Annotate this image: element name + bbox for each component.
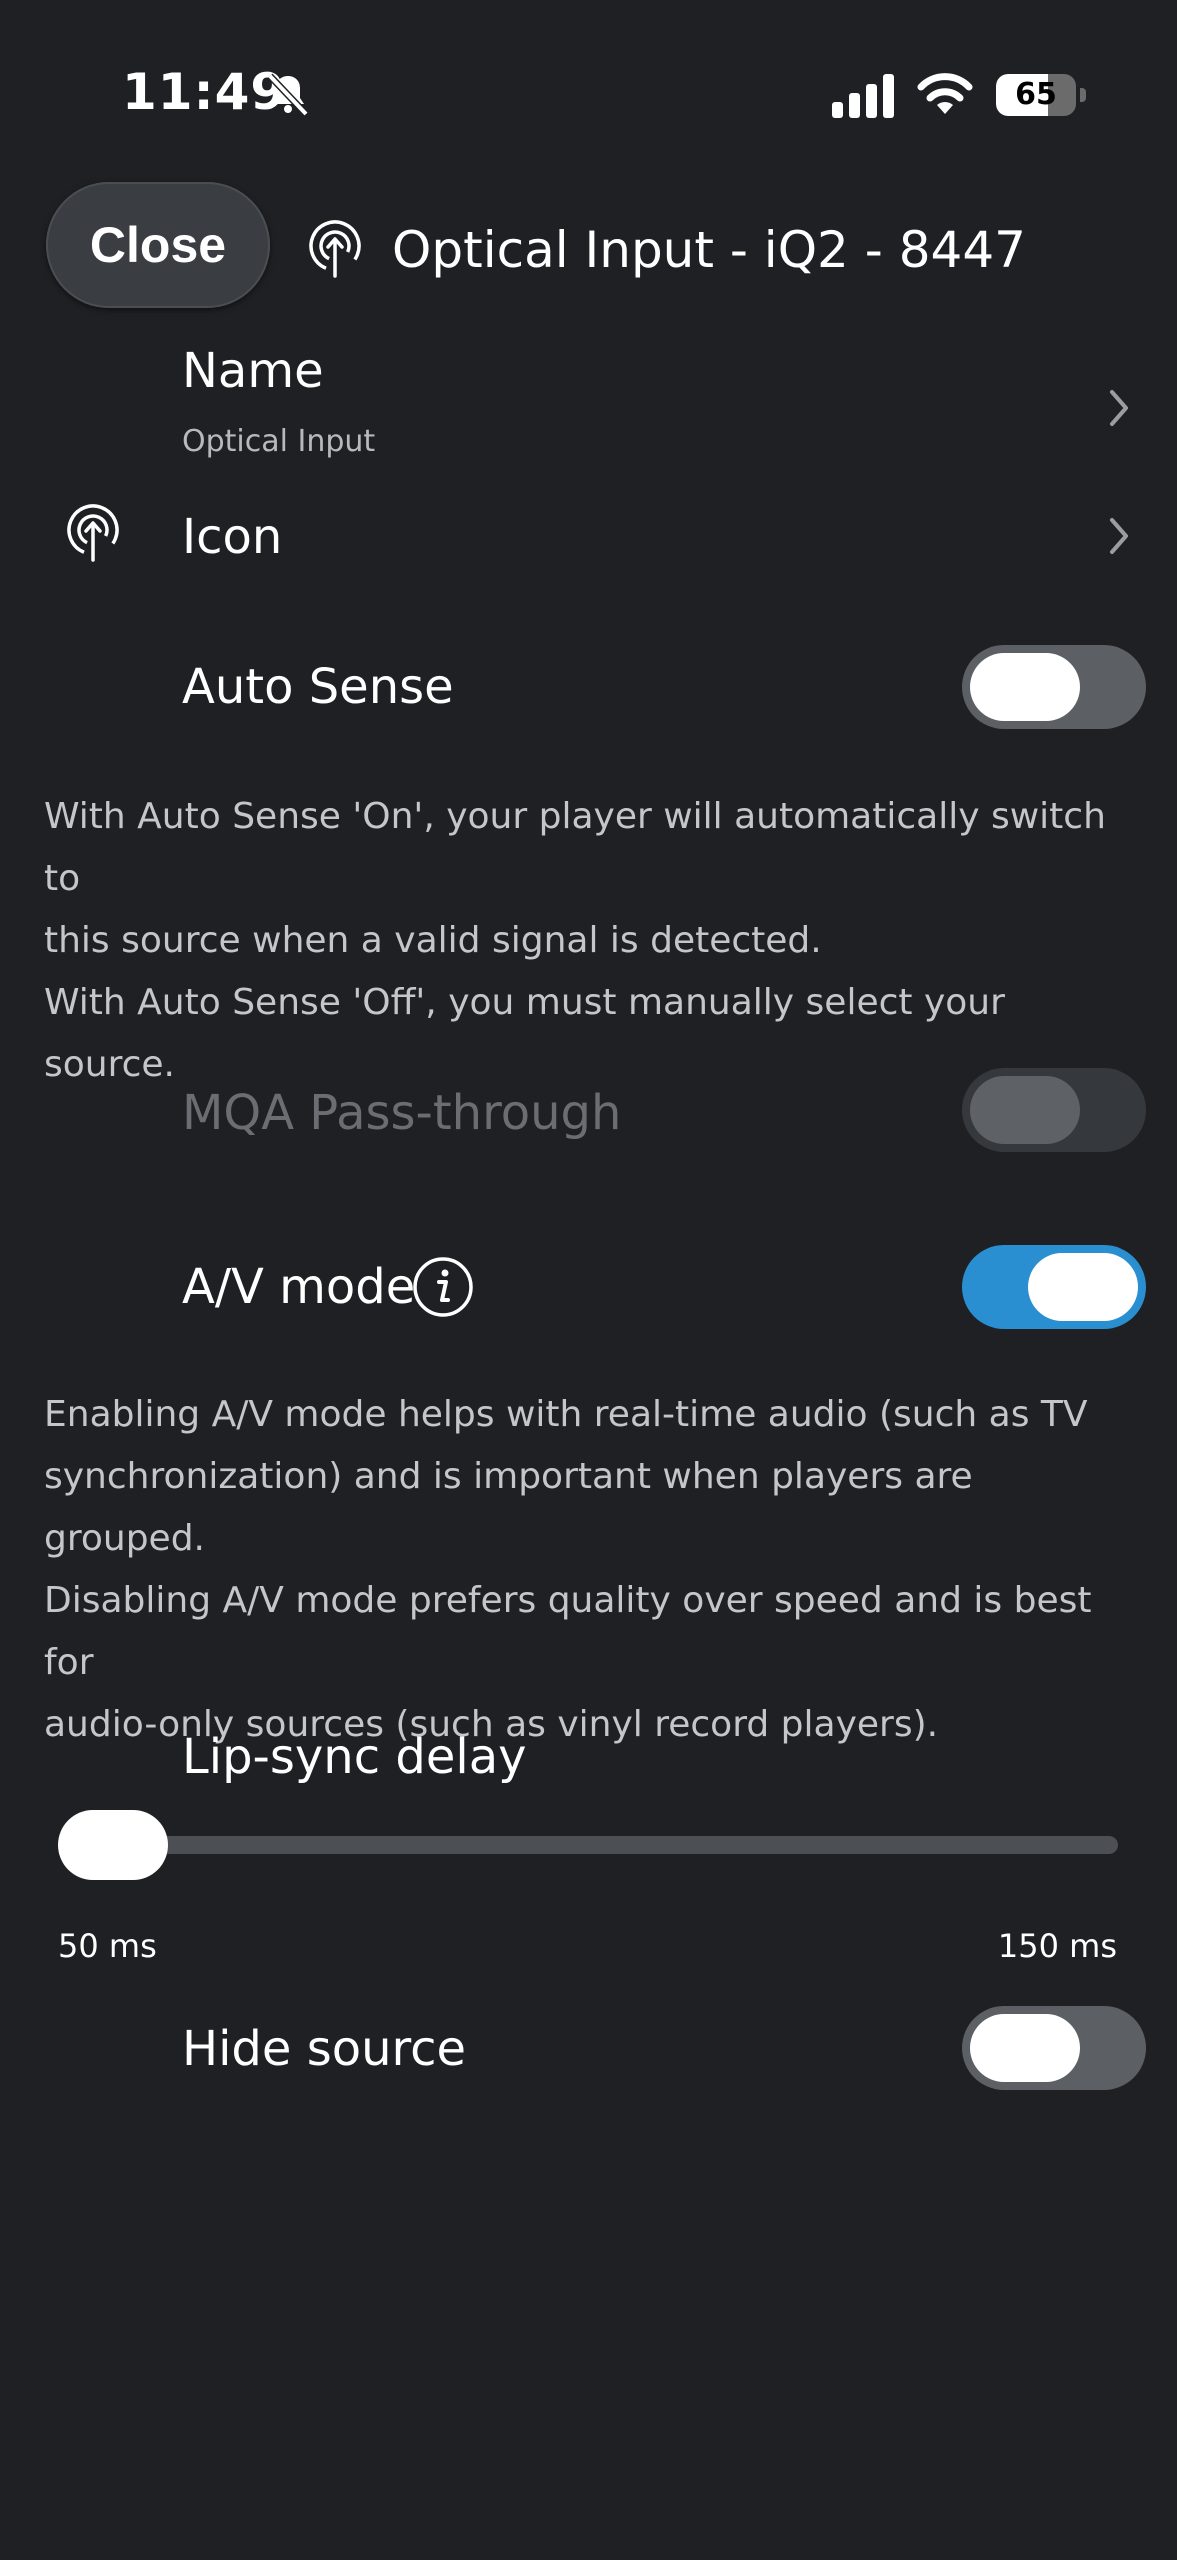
page-title: Optical Input - iQ2 - 8447	[392, 221, 1026, 279]
toggle-knob	[970, 1076, 1080, 1144]
wifi-icon	[917, 73, 973, 114]
name-label: Name	[182, 343, 324, 399]
status-time: 11:49	[122, 63, 287, 121]
mqa-pass-through-label: MQA Pass-through	[182, 1085, 622, 1141]
icon-row[interactable]: Icon	[0, 490, 1177, 590]
av-mode-toggle[interactable]	[962, 1245, 1146, 1329]
mqa-pass-through-toggle	[962, 1068, 1146, 1152]
name-value: Optical Input	[182, 424, 376, 459]
optical-input-icon	[67, 504, 119, 562]
av-mode-description: Enabling A/V mode helps with real-time a…	[44, 1384, 1144, 1756]
hide-source-label: Hide source	[182, 2021, 467, 2077]
battery-indicator: 65	[996, 74, 1086, 118]
av-desc-line: Disabling A/V mode prefers quality over …	[44, 1580, 1092, 1683]
cellular-signal-icon	[832, 74, 894, 118]
battery-percent: 65	[1015, 77, 1057, 112]
info-icon[interactable]	[412, 1256, 474, 1318]
chevron-right-icon	[1110, 390, 1128, 426]
name-row[interactable]: Name Optical Input	[0, 330, 1177, 480]
toggle-knob	[970, 2014, 1080, 2082]
av-desc-line: Enabling A/V mode helps with real-time a…	[44, 1394, 1088, 1435]
lip-sync-label: Lip-sync delay	[182, 1729, 527, 1785]
auto-sense-description: With Auto Sense 'On', your player will a…	[44, 786, 1144, 1096]
av-mode-label: A/V mode	[182, 1259, 416, 1315]
toggle-knob	[1028, 1253, 1138, 1321]
close-button[interactable]: Close	[46, 182, 270, 308]
auto-sense-desc-line: this source when a valid signal is detec…	[44, 920, 822, 961]
auto-sense-label: Auto Sense	[182, 659, 454, 715]
bell-slash-icon	[267, 73, 309, 117]
lip-sync-max-label: 150 ms	[997, 1927, 1117, 1965]
chevron-right-icon	[1110, 518, 1128, 554]
auto-sense-desc-line: With Auto Sense 'On', your player will a…	[44, 796, 1106, 899]
av-desc-line: synchronization) and is important when p…	[44, 1456, 973, 1559]
optical-input-icon	[309, 220, 361, 278]
lip-sync-slider-track[interactable]	[110, 1836, 1118, 1854]
hide-source-toggle[interactable]	[962, 2006, 1146, 2090]
toggle-knob	[970, 653, 1080, 721]
lip-sync-min-label: 50 ms	[58, 1927, 157, 1965]
icon-label: Icon	[182, 509, 283, 565]
auto-sense-toggle[interactable]	[962, 645, 1146, 729]
lip-sync-slider-handle[interactable]	[58, 1810, 168, 1880]
